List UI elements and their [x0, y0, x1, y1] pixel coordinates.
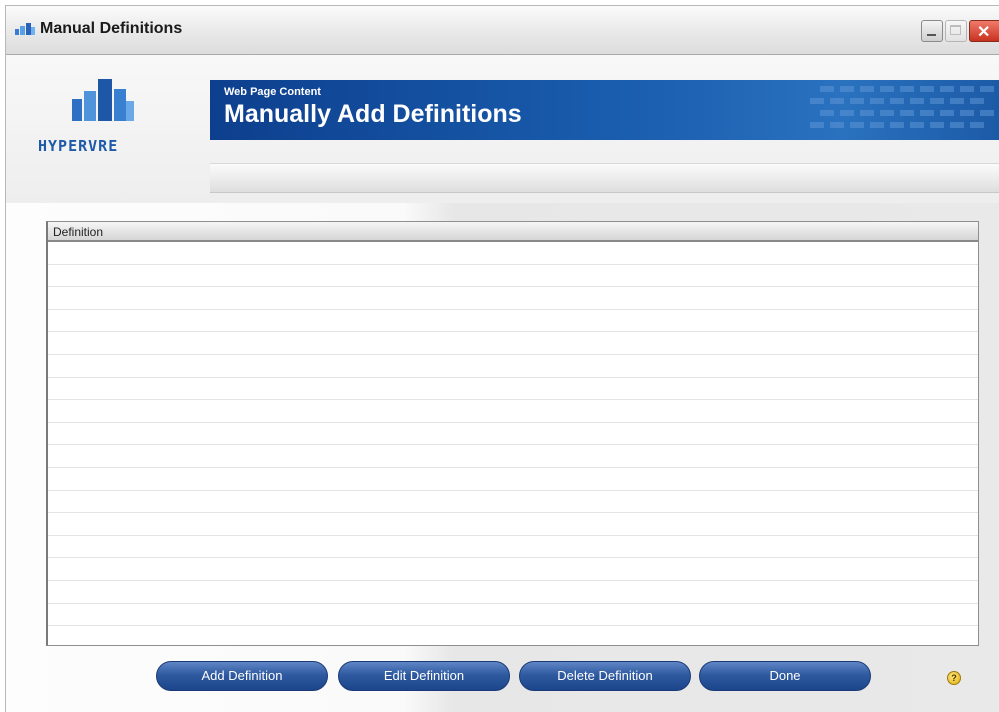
list-row[interactable]	[48, 626, 978, 645]
add-definition-button[interactable]: Add Definition	[156, 661, 328, 691]
list-row[interactable]	[48, 581, 978, 604]
list-row[interactable]	[48, 468, 978, 491]
app-icon	[15, 23, 35, 35]
list-row[interactable]	[48, 445, 978, 468]
list-row[interactable]	[48, 355, 978, 378]
definitions-list[interactable]: Definition	[46, 221, 979, 646]
close-button[interactable]	[969, 20, 999, 42]
window-title: Manual Definitions	[40, 20, 183, 37]
delete-definition-button[interactable]: Delete Definition	[519, 661, 691, 691]
column-header-definition[interactable]: Definition	[48, 222, 978, 242]
help-icon[interactable]: ?	[947, 671, 961, 685]
logo-text: HYPERVRE	[38, 137, 119, 155]
list-row[interactable]	[48, 287, 978, 310]
list-row[interactable]	[48, 400, 978, 423]
logo-icon	[72, 79, 134, 121]
banner-toolbar-strip	[210, 163, 999, 193]
action-bar: Add Definition Edit Definition Delete De…	[6, 655, 999, 695]
banner-pattern	[810, 86, 994, 128]
minimize-button[interactable]	[921, 20, 943, 42]
list-row[interactable]	[48, 310, 978, 333]
header: HYPERVRE Web Page Content Manually Add D…	[6, 55, 999, 203]
list-row[interactable]	[48, 513, 978, 536]
list-row[interactable]	[48, 242, 978, 265]
banner: Web Page Content Manually Add Definition…	[210, 80, 999, 140]
banner-title: Manually Add Definitions	[224, 100, 522, 128]
list-row[interactable]	[48, 491, 978, 514]
list-row[interactable]	[48, 423, 978, 446]
list-row[interactable]	[48, 604, 978, 627]
list-row[interactable]	[48, 558, 978, 581]
list-row[interactable]	[48, 378, 978, 401]
done-button[interactable]: Done	[699, 661, 871, 691]
content-area: Definition Add Definition Edit Definitio…	[6, 203, 999, 712]
edit-definition-button[interactable]: Edit Definition	[338, 661, 510, 691]
title-bar[interactable]: Manual Definitions	[6, 6, 999, 55]
banner-subtitle: Web Page Content	[224, 86, 321, 98]
maximize-button[interactable]	[945, 20, 967, 42]
manual-definitions-window: Manual Definitions HYPERVRE Web Page Con…	[5, 5, 999, 712]
list-row[interactable]	[48, 536, 978, 559]
list-row[interactable]	[48, 265, 978, 288]
list-row[interactable]	[48, 332, 978, 355]
